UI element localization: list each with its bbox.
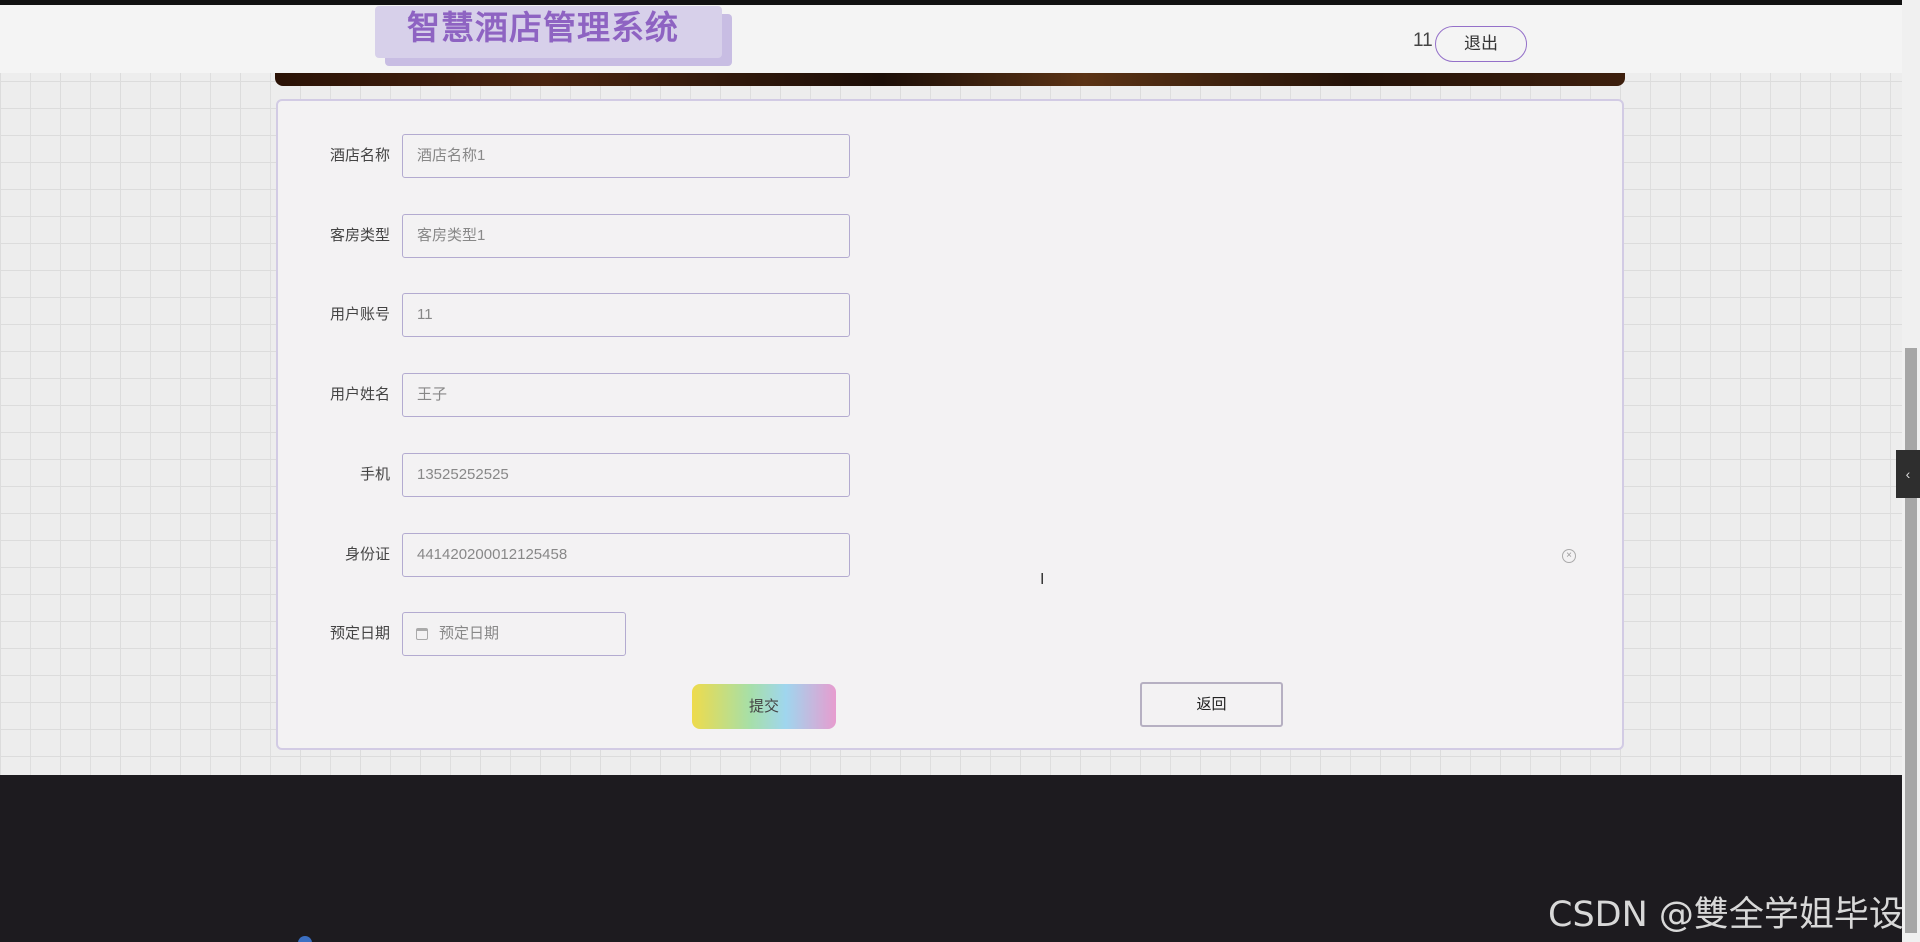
footer-icon [298, 936, 312, 942]
room-type-input[interactable]: 客房类型1 [402, 214, 850, 258]
field-label: 用户姓名 [329, 386, 390, 403]
hotel-name-input[interactable]: 酒店名称1 [402, 134, 850, 178]
booking-date-picker[interactable]: 预定日期 [402, 612, 626, 656]
date-placeholder: 预定日期 [439, 625, 500, 642]
scrollbar-thumb[interactable] [1905, 348, 1917, 933]
chevron-left-icon[interactable]: ‹ [1896, 450, 1920, 498]
user-name-input[interactable]: 王子 [402, 373, 850, 417]
top-header [0, 0, 1902, 73]
logout-button[interactable]: 退出 [1435, 26, 1527, 62]
current-username: 11 [1413, 30, 1433, 51]
back-button[interactable]: 返回 [1140, 682, 1283, 727]
field-label: 客房类型 [329, 227, 390, 244]
field-label: 酒店名称 [329, 147, 390, 164]
field-label: 预定日期 [329, 625, 390, 642]
watermark-text: CSDN @雙全学姐毕设 [1548, 895, 1904, 935]
text-cursor-icon: I [1040, 571, 1045, 588]
submit-button[interactable]: 提交 [692, 684, 836, 729]
brand-title: 智慧酒店管理系统 [407, 9, 679, 46]
field-label: 手机 [359, 466, 390, 483]
clear-circle-icon[interactable]: × [1562, 549, 1576, 563]
brand-logo-box: 智慧酒店管理系统 [375, 6, 722, 58]
field-label: 用户账号 [329, 306, 390, 323]
user-account-input[interactable]: 11 [402, 293, 850, 337]
calendar-icon [416, 628, 428, 640]
id-card-input[interactable]: 441420200012125458 [402, 533, 850, 577]
phone-input[interactable]: 13525252525 [402, 453, 850, 497]
booking-form: 酒店名称 酒店名称1 客房类型 客房类型1 用户账号 11 用户姓名 王子 手机… [276, 99, 1624, 750]
field-label: 身份证 [344, 546, 390, 563]
